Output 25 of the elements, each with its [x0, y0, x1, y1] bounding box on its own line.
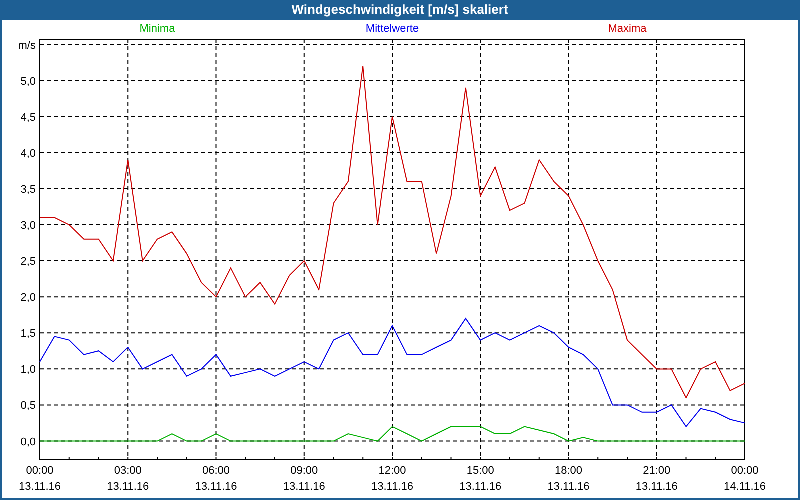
- x-tick-label: 09:00 13.11.16: [283, 465, 326, 493]
- y-tick-label: 0,0: [20, 436, 36, 448]
- y-tick-label: 3,5: [20, 184, 36, 196]
- y-tick-label: 4,5: [20, 112, 36, 124]
- x-tick-label: 21:00 13.11.16: [636, 465, 678, 493]
- y-tick-label: 0,5: [20, 400, 36, 412]
- legend-label: Mittelwerte: [366, 22, 420, 38]
- y-tick-label: 4,0: [20, 148, 36, 160]
- legend-label: Maxima: [608, 22, 647, 38]
- x-tick-label: 12:00 13.11.16: [372, 465, 414, 493]
- x-tick-label: 15:00 13.11.16: [460, 465, 502, 493]
- legend-label: Minima: [140, 22, 176, 38]
- x-tick-label: 00:00 13.11.16: [19, 465, 61, 493]
- x-tick-label: 18:00 13.11.16: [548, 465, 590, 493]
- y-tick-label: 1,5: [20, 328, 36, 340]
- x-tick-label: 00:00 14.11.16: [724, 465, 766, 493]
- y-tick-label: 3,0: [20, 220, 36, 232]
- y-axis-unit: m/s: [18, 40, 36, 52]
- x-tick-label: 03:00 13.11.16: [107, 465, 150, 493]
- window-title-bar: Windgeschwindigkeit [m/s] skaliert: [2, 0, 798, 20]
- y-tick-label: 5,0: [20, 76, 36, 88]
- y-tick-label: 2,5: [20, 256, 36, 268]
- y-tick-label: 2,0: [20, 292, 36, 304]
- y-tick-label: 1,0: [20, 364, 36, 376]
- x-tick-label: 06:00 13.11.16: [195, 465, 238, 493]
